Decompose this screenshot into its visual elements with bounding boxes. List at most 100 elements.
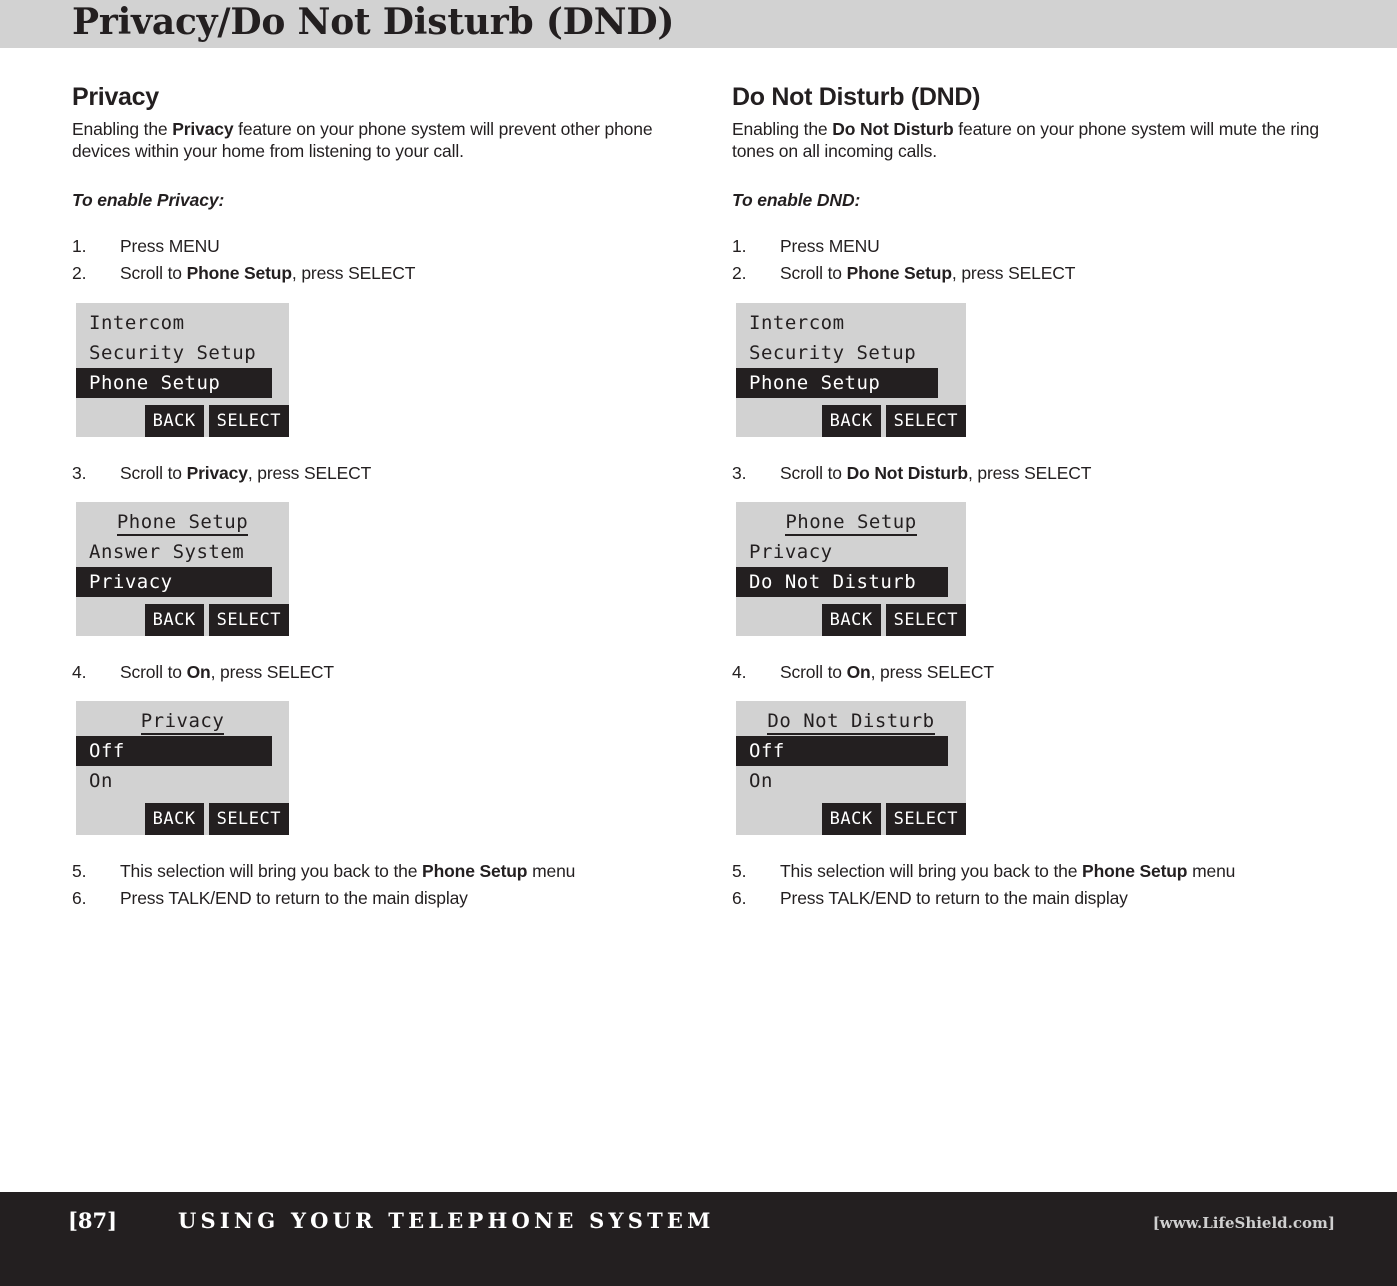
lcd-menu-item-off-selected[interactable]: Off [736, 735, 948, 766]
step-number: 6. [72, 887, 87, 908]
softkey-select[interactable]: SELECT [885, 404, 966, 437]
lcd-screen-heading: Do Not Disturb [736, 706, 966, 736]
step-number: 3. [72, 462, 87, 483]
step-text: Press TALK/END to return to the main dis… [780, 887, 1128, 908]
step-item-2: 2. Scroll to Phone Setup, press SELECT [732, 260, 1352, 287]
step-text-bold: On [186, 661, 211, 682]
step-item-1: 1. Press MENU [72, 233, 692, 260]
lcd-menu-item-on[interactable]: On [736, 766, 966, 796]
softkey-back[interactable]: BACK [144, 603, 204, 636]
lcd-screen-heading-text: Do Not Disturb [767, 709, 935, 735]
steps-list-privacy-cont-a: 3. Scroll to Privacy, press SELECT [72, 460, 692, 487]
step-item-4: 4. Scroll to On, press SELECT [732, 659, 1352, 686]
softkey-back[interactable]: BACK [144, 802, 204, 835]
footer-page-number: [87] [68, 1208, 118, 1233]
section-title-dnd: Do Not Disturb (DND) [732, 83, 981, 111]
lcd-softkey-bar: BACK SELECT [76, 603, 289, 636]
step-text-suffix: , press SELECT [247, 462, 372, 483]
softkey-back[interactable]: BACK [821, 802, 881, 835]
lcd-screen-heading-text: Phone Setup [116, 510, 249, 536]
step-item-2: 2. Scroll to Phone Setup, press SELECT [72, 260, 692, 287]
page-footer-band: [87] USING YOUR TELEPHONE SYSTEM [www.Li… [0, 1192, 1397, 1286]
lcd-softkey-bar: BACK SELECT [736, 404, 966, 437]
lcd-menu-item-answer-system[interactable]: Answer System [76, 537, 289, 567]
lcd-screen-heading: Phone Setup [76, 507, 289, 537]
softkey-back[interactable]: BACK [821, 603, 881, 636]
step-item-6: 6. Press TALK/END to return to the main d… [732, 885, 1352, 912]
lcd-menu-item-intercom[interactable]: Intercom [736, 308, 966, 338]
lcd-softkey-bar: BACK SELECT [736, 802, 966, 835]
lcd-softkey-bar: BACK SELECT [76, 404, 289, 437]
step-number: 5. [72, 860, 87, 881]
steps-list-privacy-cont-c: 5. This selection will bring you back to … [72, 858, 692, 912]
step-item-1: 1. Press MENU [732, 233, 1352, 260]
step-text-prefix: Scroll to [120, 661, 187, 682]
step-text-suffix: , press SELECT [967, 462, 1092, 483]
step-number: 5. [732, 860, 747, 881]
footer-website-url[interactable]: [www.LifeShield.com] [1153, 1202, 1335, 1244]
step-text-suffix: menu [1187, 860, 1236, 881]
lcd-screen-menu-root-privacy: Intercom Security Setup Phone Setup BACK… [75, 301, 290, 438]
step-text-suffix: , press SELECT [210, 661, 335, 682]
lcd-menu-item-privacy-selected[interactable]: Privacy [76, 566, 272, 597]
intro-paragraph-dnd: Enabling the Do Not Disturb feature on y… [732, 118, 1332, 163]
step-text-suffix: menu [527, 860, 576, 881]
step-text-prefix: This selection will bring you back to th… [120, 860, 423, 881]
lcd-menu-item-security-setup[interactable]: Security Setup [76, 338, 289, 368]
lcd-screen-heading-text: Privacy [140, 709, 225, 735]
steps-list-dnd: 1. Press MENU 2. Scroll to Phone Setup, pr… [732, 233, 1352, 287]
column-dnd: Do Not Disturb (DND) Enabling the Do Not… [732, 48, 1352, 912]
intro-prefix: Enabling the [732, 118, 833, 139]
footer-section-caption: USING YOUR TELEPHONE SYSTEM [178, 1208, 715, 1233]
step-text-prefix: Scroll to [780, 263, 847, 284]
step-number: 4. [72, 661, 87, 682]
steps-list-privacy: 1. Press MENU 2. Scroll to Phone Setup, pr… [72, 233, 692, 287]
step-item-5: 5. This selection will bring you back to … [72, 858, 692, 885]
step-text-suffix: , press SELECT [870, 661, 995, 682]
step-number: 1. [72, 236, 87, 257]
step-text-bold: Phone Setup [1082, 860, 1188, 881]
lcd-menu-item-phone-setup-selected[interactable]: Phone Setup [736, 367, 939, 398]
softkey-back[interactable]: BACK [821, 404, 881, 437]
step-item-3: 3. Scroll to Do Not Disturb, press SELECT [732, 460, 1352, 487]
step-text-prefix: Scroll to [780, 661, 847, 682]
step-text-suffix: , press SELECT [291, 263, 416, 284]
steps-list-dnd-cont-a: 3. Scroll to Do Not Disturb, press SELECT [732, 460, 1352, 487]
lcd-menu-item-do-not-disturb-selected[interactable]: Do Not Disturb [736, 566, 948, 597]
step-text-bold: On [846, 661, 871, 682]
steps-list-dnd-cont-b: 4. Scroll to On, press SELECT [732, 659, 1352, 686]
softkey-select[interactable]: SELECT [208, 802, 289, 835]
step-text-bold: Privacy [186, 462, 248, 483]
lcd-menu-item-off-selected[interactable]: Off [76, 735, 272, 766]
lcd-menu-item-intercom[interactable]: Intercom [76, 308, 289, 338]
intro-paragraph-privacy: Enabling the Privacy feature on your pho… [72, 118, 672, 163]
step-number: 6. [732, 887, 747, 908]
step-text-prefix: Scroll to [120, 462, 187, 483]
lcd-screen-heading: Privacy [76, 706, 289, 736]
softkey-select[interactable]: SELECT [885, 603, 966, 636]
lcd-menu-item-security-setup[interactable]: Security Setup [736, 338, 966, 368]
lcd-softkey-bar: BACK SELECT [76, 802, 289, 835]
step-text-bold: Phone Setup [422, 860, 528, 881]
step-text-bold: Phone Setup [846, 263, 952, 284]
lcd-screen-phone-setup-privacy: Phone Setup Answer System Privacy BACK S… [75, 500, 290, 637]
lcd-softkey-bar: BACK SELECT [736, 603, 966, 636]
step-item-3: 3. Scroll to Privacy, press SELECT [72, 460, 692, 487]
step-text-prefix: This selection will bring you back to th… [780, 860, 1083, 881]
step-number: 2. [732, 263, 747, 284]
softkey-select[interactable]: SELECT [208, 603, 289, 636]
step-number: 2. [72, 263, 87, 284]
page-header-band: Privacy/Do Not Disturb (DND) [0, 0, 1397, 48]
step-item-5: 5. This selection will bring you back to … [732, 858, 1352, 885]
softkey-select[interactable]: SELECT [885, 802, 966, 835]
lcd-screen-phone-setup-dnd: Phone Setup Privacy Do Not Disturb BACK … [735, 500, 967, 637]
step-text: Press MENU [780, 236, 880, 257]
softkey-select[interactable]: SELECT [208, 404, 289, 437]
lcd-menu-item-on[interactable]: On [76, 766, 289, 796]
step-text-bold: Phone Setup [186, 263, 292, 284]
step-item-4: 4. Scroll to On, press SELECT [72, 659, 692, 686]
lcd-screen-heading: Phone Setup [736, 507, 966, 537]
lcd-menu-item-privacy[interactable]: Privacy [736, 537, 966, 567]
softkey-back[interactable]: BACK [144, 404, 204, 437]
lcd-menu-item-phone-setup-selected[interactable]: Phone Setup [76, 367, 272, 398]
